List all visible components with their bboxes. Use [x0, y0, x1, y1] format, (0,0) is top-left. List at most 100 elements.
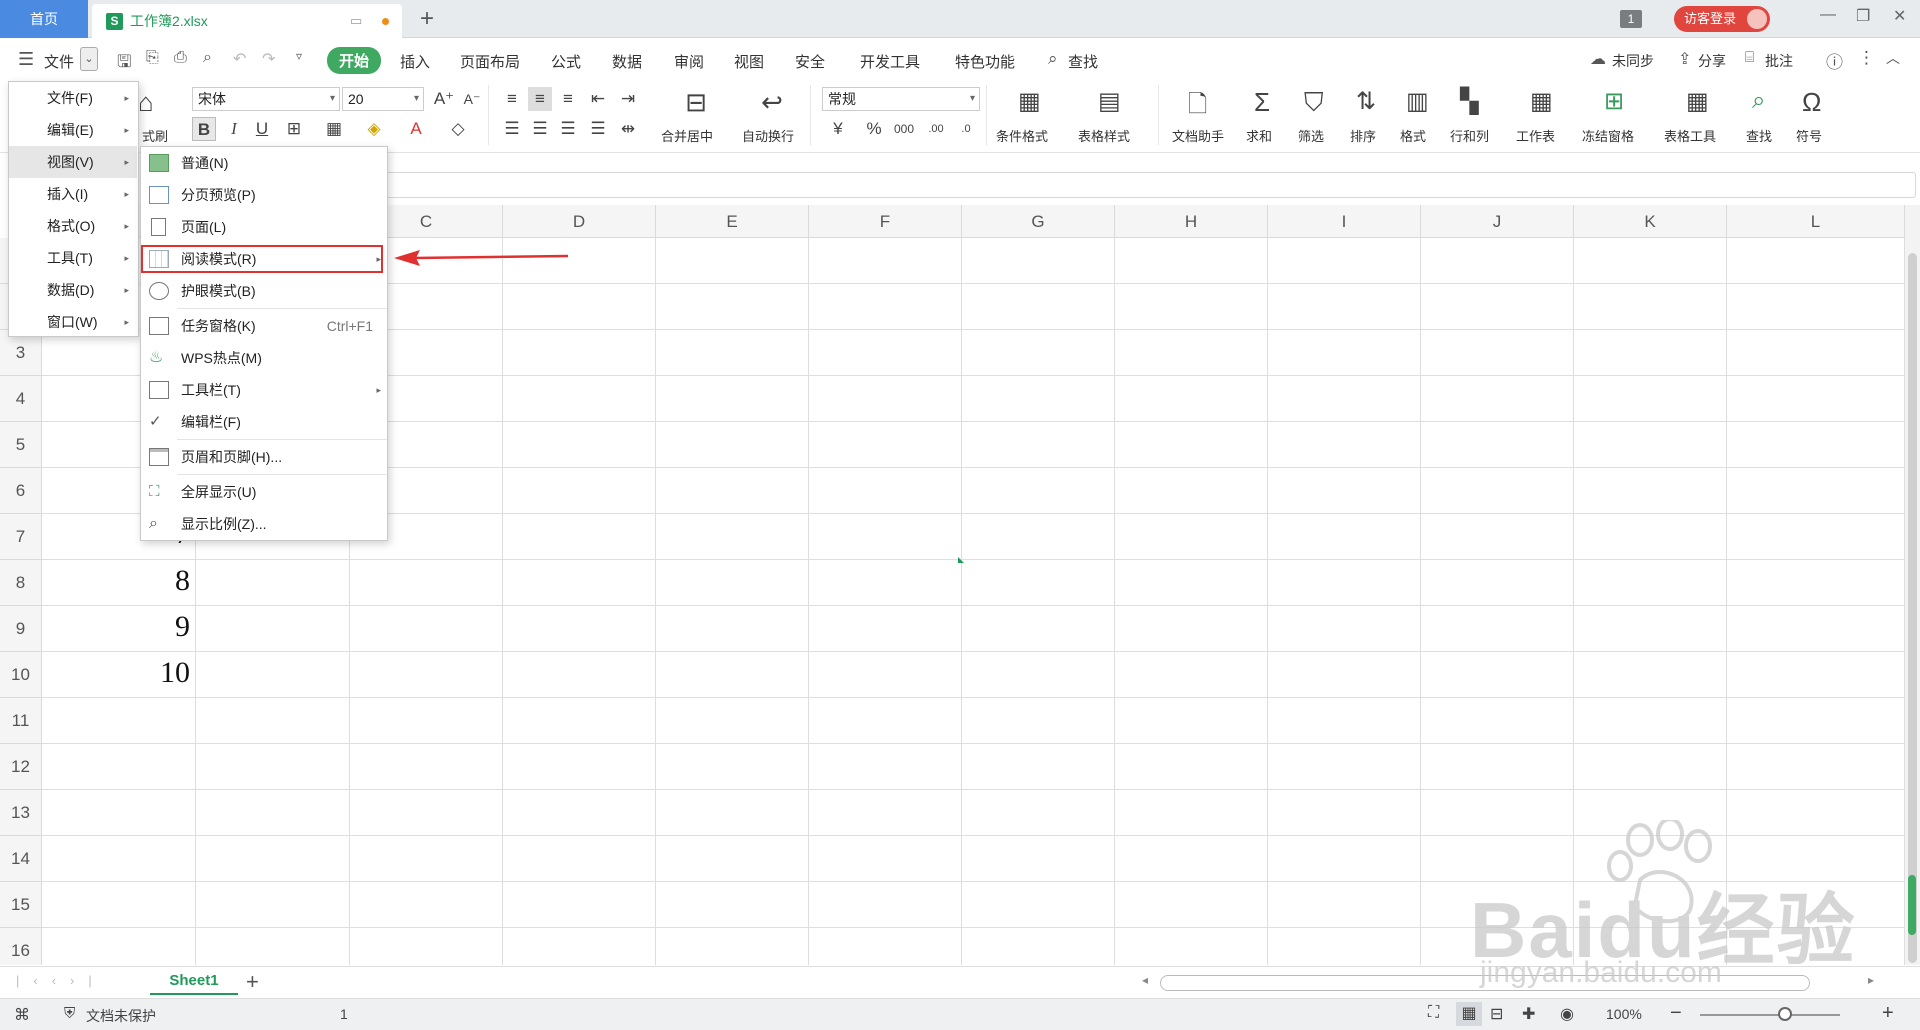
- row-header[interactable]: 13: [0, 790, 42, 836]
- vertical-scrollbar[interactable]: [1905, 205, 1920, 965]
- eye-care-icon[interactable]: ◉: [1560, 1004, 1574, 1024]
- grid-cell[interactable]: [1115, 330, 1268, 376]
- align-right-icon[interactable]: ☰: [556, 117, 580, 141]
- menu-item-edit[interactable]: 编辑(E) ▸: [9, 114, 137, 146]
- clear-icon[interactable]: ◇: [446, 117, 470, 141]
- grid-cell[interactable]: [1268, 836, 1421, 882]
- grid-cell[interactable]: [1727, 284, 1905, 330]
- sum-icon[interactable]: Σ: [1254, 87, 1286, 119]
- grid-cell[interactable]: [1268, 928, 1421, 965]
- collapse-ribbon-icon[interactable]: ︿: [1886, 48, 1900, 68]
- sheet-nav-icon[interactable]: |‹‹›|: [16, 973, 106, 988]
- protect-status[interactable]: 文档未保护: [86, 1006, 156, 1026]
- undo-icon[interactable]: ↶: [233, 49, 246, 69]
- thousands-icon[interactable]: 000: [892, 117, 916, 141]
- comment-button[interactable]: 批注: [1765, 51, 1793, 71]
- grid-cell[interactable]: [503, 468, 656, 514]
- grid-cell[interactable]: [1421, 606, 1574, 652]
- grid-cell[interactable]: [1115, 284, 1268, 330]
- grid-cell[interactable]: [962, 836, 1115, 882]
- redo-icon[interactable]: ↷: [262, 49, 275, 69]
- border-icon[interactable]: ⊞: [282, 117, 306, 141]
- grid-cell[interactable]: [1115, 238, 1268, 284]
- filter-button[interactable]: 筛选: [1298, 126, 1324, 145]
- grid-cell[interactable]: [1421, 698, 1574, 744]
- grid-cell[interactable]: [1574, 698, 1727, 744]
- grid-cell[interactable]: [503, 606, 656, 652]
- zoom-slider-handle[interactable]: [1778, 1007, 1792, 1021]
- column-header[interactable]: F: [809, 205, 962, 238]
- row-header[interactable]: 6: [0, 468, 42, 514]
- menu-item-eye-care[interactable]: 护眼模式(B): [141, 275, 389, 307]
- search-icon[interactable]: ⌕: [1048, 49, 1058, 69]
- menu-item-window[interactable]: 窗口(W) ▸: [9, 306, 137, 338]
- grid-cell[interactable]: [656, 698, 809, 744]
- grid-cell[interactable]: [1574, 560, 1727, 606]
- merge-center-icon[interactable]: ⊟: [680, 87, 712, 119]
- column-header[interactable]: H: [1115, 205, 1268, 238]
- grid-cell[interactable]: [656, 422, 809, 468]
- font-color-icon[interactable]: A: [404, 117, 428, 141]
- row-header[interactable]: 15: [0, 882, 42, 928]
- grid-cell[interactable]: [1727, 422, 1905, 468]
- grid-cell[interactable]: [809, 330, 962, 376]
- grid-cell[interactable]: [1574, 468, 1727, 514]
- grid-cell[interactable]: [503, 652, 656, 698]
- tab-formula[interactable]: 公式: [551, 51, 581, 72]
- formula-input[interactable]: [384, 172, 1916, 198]
- grid-cell[interactable]: [42, 882, 196, 928]
- grid-cell[interactable]: [962, 652, 1115, 698]
- grid-cell[interactable]: [656, 790, 809, 836]
- symbol-button[interactable]: 符号: [1796, 126, 1822, 145]
- grid-cell[interactable]: [1268, 422, 1421, 468]
- menu-item-header-footer[interactable]: 页眉和页脚(H)...: [141, 441, 389, 473]
- grid-cell[interactable]: [809, 560, 962, 606]
- grid-cell[interactable]: [1268, 744, 1421, 790]
- cell-value[interactable]: 8: [90, 564, 190, 598]
- share-button[interactable]: 分享: [1698, 51, 1726, 71]
- scroll-left-icon[interactable]: ◂: [1142, 973, 1148, 987]
- grid-cell[interactable]: [196, 836, 350, 882]
- sort-button[interactable]: 排序: [1350, 126, 1376, 145]
- reading-mode-icon[interactable]: ✚: [1522, 1004, 1535, 1024]
- sum-button[interactable]: 求和: [1246, 126, 1272, 145]
- grid-cell[interactable]: [503, 514, 656, 560]
- tab-home[interactable]: 首页: [0, 0, 88, 38]
- macro-icon[interactable]: ⌘: [14, 1005, 30, 1025]
- menu-item-data[interactable]: 数据(D) ▸: [9, 274, 137, 306]
- grid-cell[interactable]: [350, 882, 503, 928]
- grid-cell[interactable]: [1268, 238, 1421, 284]
- align-left-icon[interactable]: ☰: [500, 117, 524, 141]
- grid-cell[interactable]: [1115, 928, 1268, 965]
- grid-cell[interactable]: [503, 836, 656, 882]
- menu-item-fullscreen[interactable]: ⛶ 全屏显示(U): [141, 476, 389, 508]
- sort-icon[interactable]: ⇅: [1356, 87, 1388, 119]
- align-middle-icon[interactable]: ≡: [528, 87, 552, 111]
- menu-item-file[interactable]: 文件(F) ▸: [9, 82, 137, 114]
- grid-cell[interactable]: [962, 606, 1115, 652]
- format-painter-icon[interactable]: ⌂: [138, 87, 170, 119]
- justify-icon[interactable]: ☰: [586, 117, 610, 141]
- grid-cell[interactable]: [350, 790, 503, 836]
- minimize-icon[interactable]: —: [1820, 6, 1836, 24]
- grid-cell[interactable]: [962, 376, 1115, 422]
- export-pdf-icon[interactable]: ⎘: [146, 49, 159, 67]
- scroll-thumb[interactable]: [1908, 253, 1917, 963]
- grid-cell[interactable]: [503, 744, 656, 790]
- search-button[interactable]: 查找: [1068, 51, 1098, 72]
- grid-cell[interactable]: [1727, 514, 1905, 560]
- menu-item-page[interactable]: 页面(L): [141, 211, 389, 243]
- font-size-select[interactable]: 20 ▾: [342, 87, 424, 111]
- grid-cell[interactable]: [962, 514, 1115, 560]
- grid-cell[interactable]: [1727, 376, 1905, 422]
- grid-cell[interactable]: [503, 790, 656, 836]
- grid-cell[interactable]: [656, 928, 809, 965]
- row-header[interactable]: 14: [0, 836, 42, 882]
- row-header[interactable]: 7: [0, 514, 42, 560]
- grid-cell[interactable]: [962, 284, 1115, 330]
- grid-cell[interactable]: [1421, 514, 1574, 560]
- grid-cell[interactable]: [809, 652, 962, 698]
- save-icon[interactable]: 🖫: [117, 49, 131, 78]
- grid-cell[interactable]: [809, 284, 962, 330]
- menu-item-tools[interactable]: 工具(T) ▸: [9, 242, 137, 274]
